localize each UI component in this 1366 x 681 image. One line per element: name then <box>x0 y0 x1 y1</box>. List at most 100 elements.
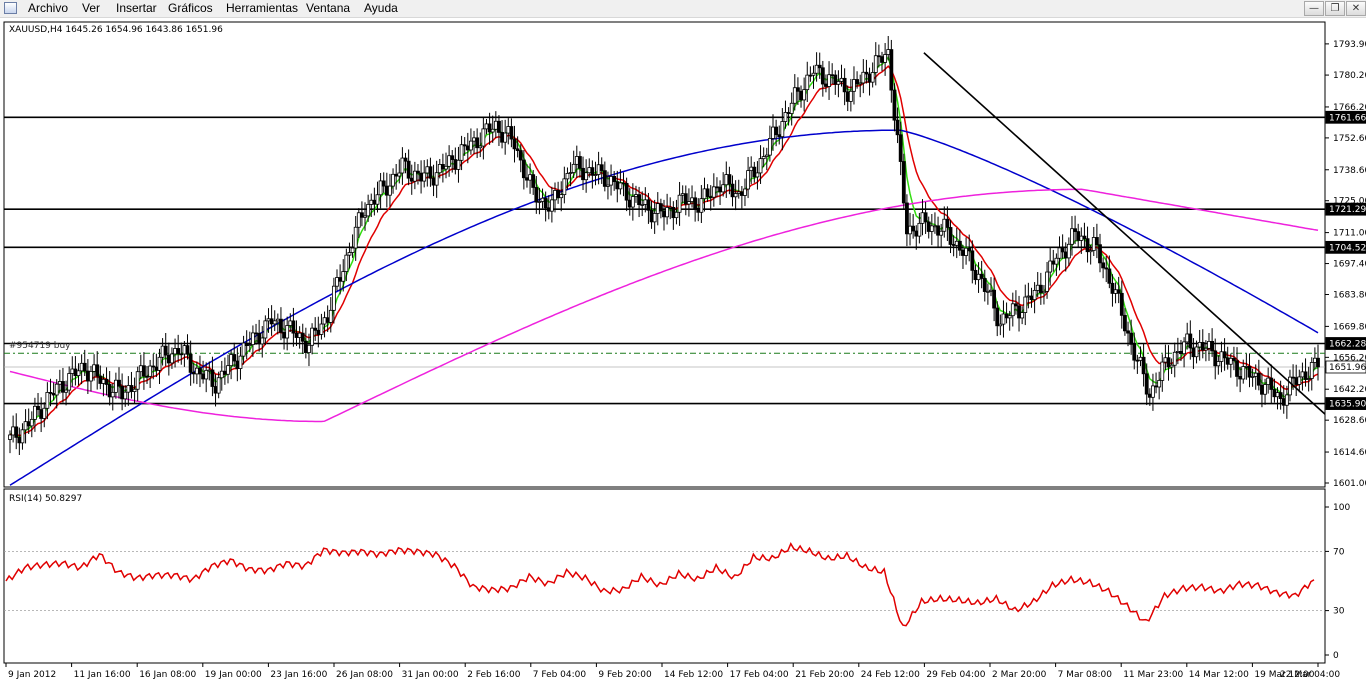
x-tick-label: 29 Feb 04:00 <box>926 670 985 680</box>
candle-body <box>1101 262 1106 269</box>
candle-body <box>185 345 190 355</box>
candle-body <box>384 185 389 196</box>
candle-body <box>618 182 623 190</box>
y-tick-label: 1738.60 <box>1333 166 1366 176</box>
candle-body <box>1213 350 1218 367</box>
candle-body <box>132 388 137 392</box>
candle-body <box>1104 267 1109 270</box>
candle-body <box>796 87 800 92</box>
candle-body <box>627 199 632 208</box>
candle-body <box>360 212 364 218</box>
candle-body <box>316 329 321 335</box>
candle-body <box>1182 341 1186 355</box>
candle-body <box>998 323 1003 327</box>
candle-body <box>652 213 657 223</box>
order-label: #954719 buy <box>9 341 71 351</box>
candle-body <box>138 365 143 373</box>
candle-body <box>1219 351 1224 362</box>
candle-body <box>1151 385 1155 398</box>
candle-body <box>824 83 828 87</box>
candle-body <box>1163 357 1168 363</box>
candle-body <box>26 421 31 427</box>
rsi-tick-label: 70 <box>1333 547 1345 557</box>
candle-body <box>646 199 651 211</box>
candle-body <box>291 320 296 334</box>
candle-body <box>33 405 37 420</box>
candle-body <box>85 370 90 382</box>
candle-body <box>1057 247 1062 259</box>
candle-body <box>269 318 274 325</box>
x-tick-label: 17 Feb 04:00 <box>730 670 789 680</box>
candle-body <box>565 172 570 180</box>
candle-body <box>643 199 648 205</box>
candle-body <box>764 154 769 157</box>
candle-body <box>917 222 922 237</box>
candle-body <box>889 49 894 91</box>
candle-body <box>640 203 645 206</box>
candle-body <box>549 199 554 212</box>
candle-body <box>671 207 676 219</box>
candle-body <box>578 156 582 169</box>
candle-body <box>612 176 617 183</box>
candle-body <box>749 166 754 172</box>
candle-body <box>222 370 227 375</box>
candle-body <box>602 170 607 187</box>
candle-body <box>985 290 990 293</box>
y-tick-label: 1628.60 <box>1333 416 1366 426</box>
candle-body <box>1029 295 1034 301</box>
candle-body <box>880 56 884 63</box>
candle-body <box>350 247 355 253</box>
candle-body <box>1194 346 1199 358</box>
candle-body <box>456 159 461 170</box>
candle-body <box>951 244 956 246</box>
candle-body <box>1278 392 1283 399</box>
chart-canvas[interactable]: 1793.901780.201766.201752.601738.601725.… <box>0 0 1366 681</box>
candle-body <box>469 140 473 151</box>
candle-body <box>954 240 959 246</box>
candle-body <box>363 215 367 218</box>
candle-body <box>870 72 875 83</box>
candle-body <box>1141 356 1146 375</box>
candle-body <box>1023 296 1028 313</box>
candle-body <box>721 184 726 193</box>
candle-body <box>836 81 841 85</box>
candle-body <box>372 199 377 205</box>
level-price-label: 1721.29 <box>1329 205 1366 215</box>
candle-body <box>1228 357 1233 365</box>
candle-body <box>845 91 850 102</box>
candle-body <box>609 176 613 186</box>
rsi-tick-label: 100 <box>1333 503 1350 513</box>
rsi-tick-label: 0 <box>1333 651 1339 661</box>
x-tick-label: 11 Jan 16:00 <box>74 670 131 680</box>
candle-body <box>1300 371 1305 378</box>
rsi-label: RSI(14) 50.8297 <box>9 494 83 504</box>
candle-body <box>207 369 212 372</box>
candle-body <box>817 64 822 69</box>
candle-body <box>730 183 735 198</box>
candle-body <box>534 187 539 203</box>
candle-body <box>512 138 517 150</box>
candle-body <box>1222 351 1227 359</box>
x-tick-label: 24 Feb 12:00 <box>861 670 920 680</box>
candle-body <box>964 247 968 256</box>
candle-body <box>391 173 395 187</box>
candle-body <box>1154 385 1158 388</box>
candle-body <box>1225 357 1230 365</box>
candle-body <box>145 375 149 378</box>
candle-body <box>170 353 174 364</box>
candle-body <box>406 160 411 179</box>
candle-body <box>95 364 100 377</box>
candle-body <box>307 344 311 353</box>
candle-body <box>814 64 819 74</box>
candle-body <box>101 378 106 384</box>
candle-body <box>500 132 504 143</box>
candle-body <box>403 157 408 162</box>
candle-body <box>833 74 838 85</box>
candle-body <box>487 123 492 133</box>
candle-body <box>905 202 909 235</box>
candle-body <box>1051 260 1056 265</box>
candle-body <box>20 429 25 444</box>
candle-body <box>1082 235 1087 240</box>
y-tick-label: 1697.40 <box>1333 260 1366 270</box>
candle-body <box>388 185 392 196</box>
